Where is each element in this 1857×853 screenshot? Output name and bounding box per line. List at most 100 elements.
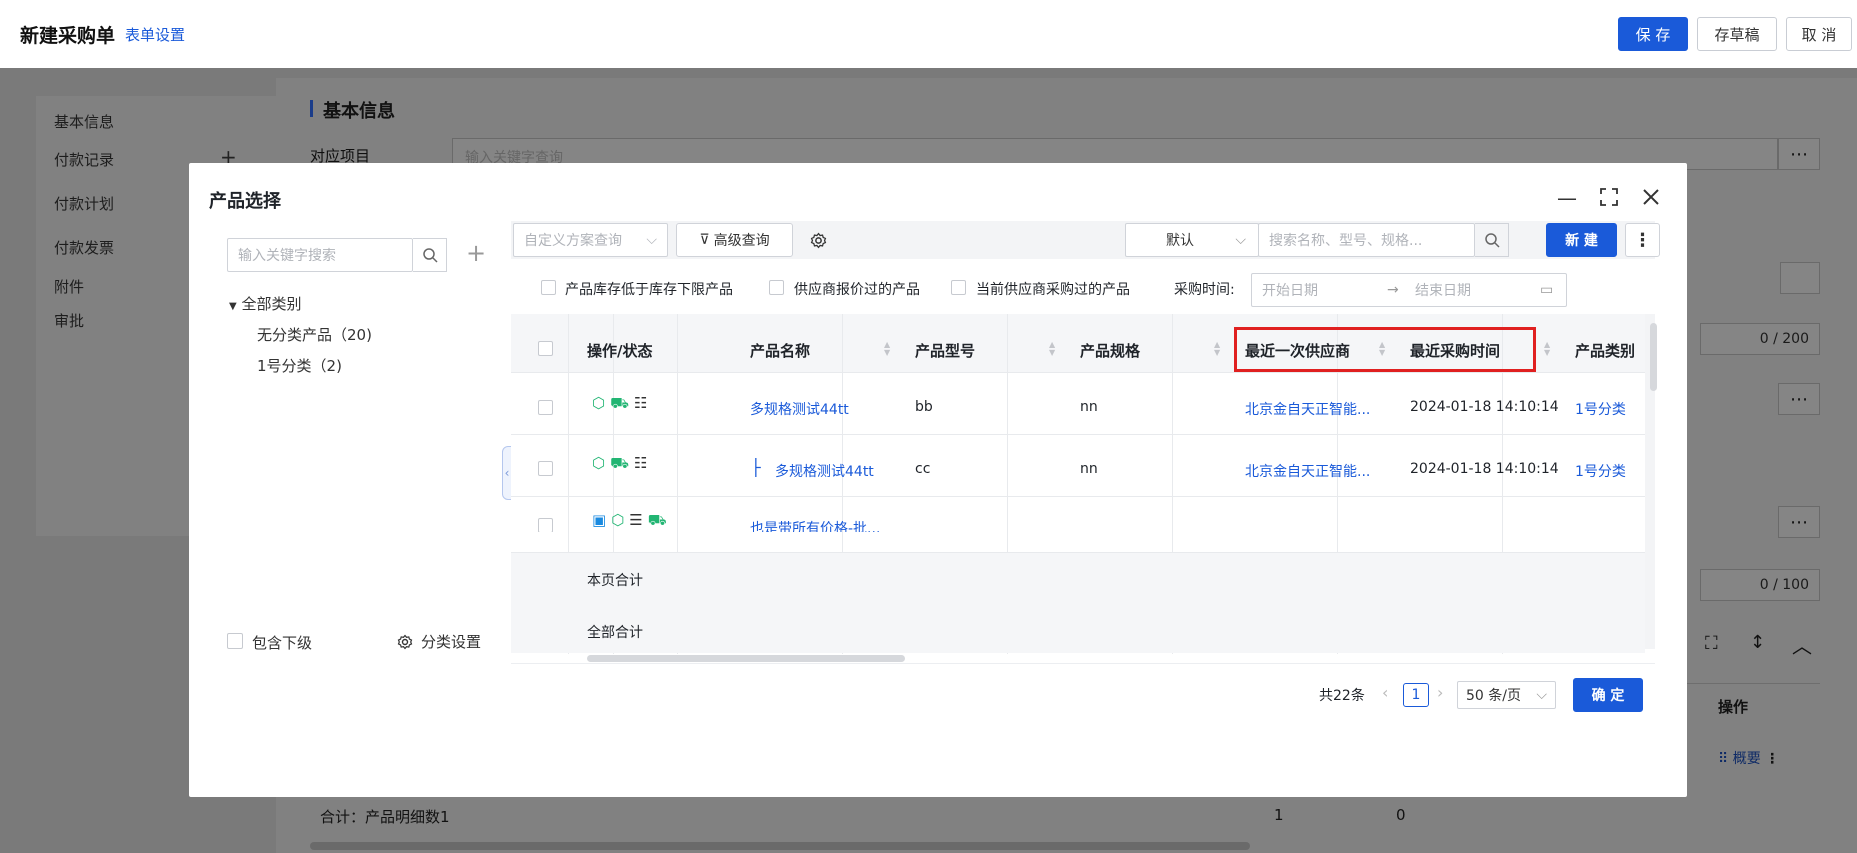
date-range-picker[interactable]: 开始日期 → 结束日期 ▭ [1251,273,1567,307]
tree-root[interactable]: ▼ 全部类别 [229,293,302,314]
more-icon-3[interactable]: ⋯ [1778,506,1820,538]
close-icon[interactable] [1639,185,1663,209]
product-search-input[interactable]: 搜索名称、型号、规格... [1258,223,1475,257]
sort-icon-spec[interactable]: ▲ ▼ [1214,341,1220,357]
row-more-icon[interactable]: ⋮ [1765,751,1779,767]
save-button[interactable]: 保 存 [1618,17,1688,51]
col-product-name[interactable]: 产品名称 [750,340,810,361]
list-icon[interactable]: ☰ [629,511,642,531]
filter-purchased-checkbox[interactable] [951,280,966,295]
status-icons: ▣ ⬡ ☰ ⛟ [592,511,667,531]
drag-icon[interactable]: ⠿ [1718,751,1728,767]
all-total-label: 全部合计 [587,625,643,641]
col-action-status: 操作/状态 [587,342,653,360]
box-icon[interactable]: ⬡ [611,511,624,531]
prev-page-icon[interactable]: ‹ [1382,683,1388,702]
spec-list-icon[interactable]: ☷ [634,454,647,474]
filter-low-stock-checkbox[interactable] [541,280,556,295]
select-all-checkbox[interactable] [538,341,553,356]
footer-divider [511,663,1655,664]
end-date[interactable]: 结束日期 [1415,280,1540,300]
next-page-icon[interactable]: › [1437,683,1443,702]
sort-icon-time[interactable]: ▲ ▼ [1544,341,1550,357]
nav-item-attachment[interactable]: 附件 [54,276,84,297]
cancel-button[interactable]: 取 消 [1786,17,1852,51]
collapse-icon[interactable]: ︿ [1792,630,1812,659]
supplier-link[interactable]: 北京金自天正智能... [1245,461,1370,481]
add-category-icon[interactable]: + [466,239,486,267]
sort-select[interactable]: 默认 ⌵ [1125,223,1259,257]
height-toggle-icon[interactable]: ↕ [1750,632,1765,653]
tree-item-uncategorized[interactable]: 无分类产品（20) [257,324,372,345]
search-icon[interactable] [413,238,447,272]
nav-item-payment-plan[interactable]: 付款计划 [54,193,114,214]
fullscreen-icon[interactable]: ⛶ [1705,633,1718,654]
sort-icon-name[interactable]: ▲ ▼ [884,341,890,357]
summary-link[interactable]: 概要 [1733,751,1761,767]
start-date[interactable]: 开始日期 [1262,280,1387,300]
minimize-icon[interactable]: — [1556,186,1578,210]
purchase-time: 2024-01-18 14:10:14 [1410,461,1559,477]
select-arrow[interactable] [1780,262,1820,294]
more-icon-2[interactable]: ⋯ [1778,383,1820,415]
page-size-select[interactable]: 50 条/页 ⌵ [1457,681,1556,709]
advanced-query-button[interactable]: ⊽ 高级查询 [676,223,793,257]
more-options-icon[interactable]: ⋮ [1625,223,1660,257]
new-product-button[interactable]: 新 建 [1546,223,1617,257]
include-sub-checkbox[interactable] [227,633,243,649]
maximize-icon[interactable] [1597,185,1621,209]
confirm-button[interactable]: 确 定 [1573,678,1643,712]
scheme-select[interactable]: 自定义方案查询 ⌵ [513,223,668,257]
row-checkbox[interactable] [538,461,553,476]
tree-search-input[interactable]: 输入关键字搜索 [227,238,413,272]
form-settings-link[interactable]: 表单设置 [125,24,185,45]
product-name-link[interactable]: 也是带所有价格-批... [750,518,880,532]
sort-icon-model[interactable]: ▲ ▼ [1049,341,1055,357]
spec-list-icon[interactable]: ☷ [634,394,647,414]
category-settings-label: 分类设置 [421,633,482,651]
settings-icon[interactable] [808,230,828,250]
truck-icon[interactable]: ⛟ [610,454,629,474]
nav-item-invoice[interactable]: 付款发票 [54,237,114,258]
category-link[interactable]: 1号分类 [1575,461,1626,481]
col-product-spec[interactable]: 产品规格 [1080,340,1140,361]
vertical-scrollbar[interactable] [1650,323,1657,391]
horizontal-scrollbar[interactable] [587,655,905,662]
doc-icon[interactable]: ▣ [592,511,606,531]
filter-quoted-checkbox[interactable] [769,280,784,295]
category-link[interactable]: 1号分类 [1575,399,1626,419]
char-count-1: 0 / 200 [1700,323,1820,355]
row-action-link[interactable]: ⠿ 概要 ⋮ [1718,748,1779,768]
nav-item-approval[interactable]: 审批 [54,310,84,331]
detail-summary: 合计：产品明细数1 [320,808,450,826]
truck-icon[interactable]: ⛟ [648,511,667,531]
row-checkbox[interactable] [538,400,553,415]
filter-icon: ⊽ [699,232,710,248]
row-checkbox[interactable] [538,518,553,532]
tree-item-category-1[interactable]: 1号分类（2) [257,355,342,376]
product-name-link[interactable]: 多规格测试44tt [750,399,849,419]
sum-count: 1 [1274,806,1284,824]
nav-item-payment-record[interactable]: 付款记录 [54,149,114,170]
section-title: 基本信息 [323,101,395,122]
child-branch-icon: ├ [751,458,761,477]
product-name-link[interactable]: 多规格测试44tt [775,461,874,481]
category-settings-button[interactable]: 分类设置 [397,631,481,652]
supplier-link[interactable]: 北京金自天正智能... [1245,399,1370,419]
caret-down-icon[interactable]: ▼ [229,301,237,312]
product-search-icon[interactable] [1475,223,1509,257]
more-icon[interactable]: ⋯ [1778,138,1820,170]
box-icon[interactable]: ⬡ [592,394,605,414]
col-product-model[interactable]: 产品型号 [915,340,975,361]
box-icon[interactable]: ⬡ [592,454,605,474]
page-scrollbar[interactable] [310,842,1250,850]
table-row-partial: ▣ ⬡ ☰ ⛟ 也是带所有价格-批... [511,504,1645,532]
draft-button[interactable]: 存草稿 [1697,17,1777,51]
page-number[interactable]: 1 [1403,683,1429,707]
char-count-2: 0 / 100 [1700,569,1820,601]
col-product-category[interactable]: 产品类别 [1575,340,1635,361]
truck-icon[interactable]: ⛟ [610,394,629,414]
page-size-label: 50 条/页 [1466,688,1521,704]
sum-value: 0 [1396,806,1406,824]
nav-item-basic[interactable]: 基本信息 [54,111,114,132]
